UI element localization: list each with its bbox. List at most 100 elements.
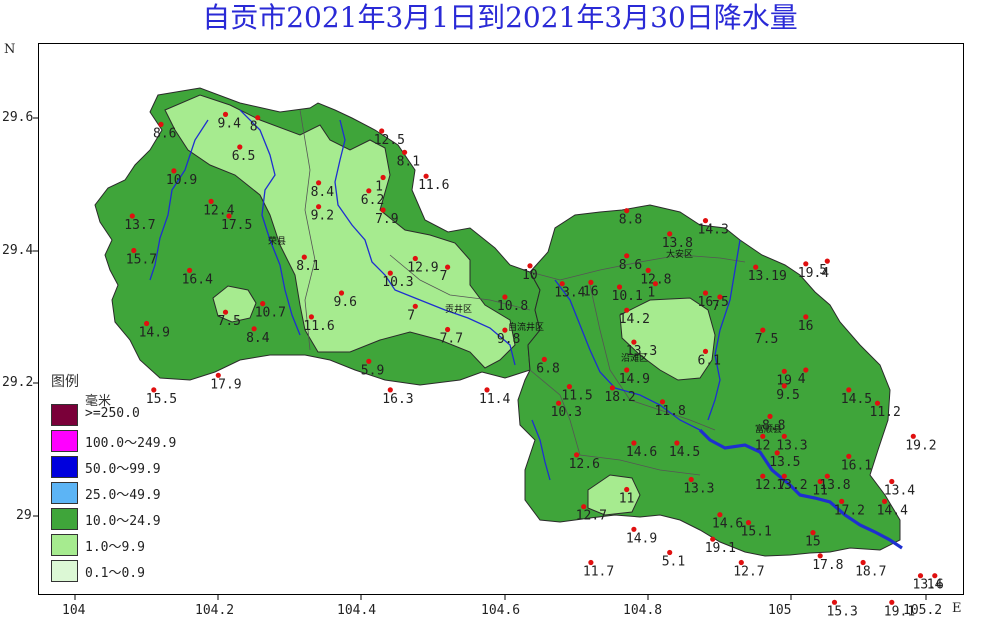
legend-swatch — [51, 508, 78, 530]
station-value-label: 15.3 — [827, 604, 858, 619]
station-value-label: 19.1 — [705, 541, 736, 556]
station-value-label: 13.4 — [884, 484, 915, 499]
station-value-label: 9.4 — [218, 116, 242, 131]
station-value-label: 13.3 — [776, 438, 807, 453]
station-value-label: 14.6 — [626, 445, 657, 460]
station-value-label: 11.6 — [303, 319, 334, 334]
station-value-label: 11.2 — [870, 405, 901, 420]
station-value-label: 12.7 — [733, 565, 764, 580]
station-value-label: 11.4 — [479, 392, 510, 407]
district-label: 荣县 — [268, 235, 286, 247]
station-marker: 12.5 — [374, 128, 405, 148]
station-value-label: 17.9 — [210, 377, 241, 392]
station-value-label: 5.1 — [662, 555, 685, 570]
station-marker: 13.4 — [884, 478, 915, 499]
legend-label: 25.0～49.9 — [85, 488, 161, 503]
station-value-label: 16.1 — [841, 458, 872, 473]
legend-label: 0.1～0.9 — [85, 566, 145, 581]
station-marker: 11.7 — [583, 559, 614, 580]
station-value-label: 8.6 — [153, 126, 176, 141]
station-value-label: 18.7 — [855, 565, 886, 580]
station-value-label: 14.5 — [669, 445, 700, 460]
station-value-label: 14.3 — [698, 223, 729, 238]
station-value-label: 17.2 — [834, 503, 865, 518]
station-value-label: 8.4 — [311, 185, 335, 200]
district-label: 贡井区 — [445, 303, 472, 315]
station-value-label: 10.1 — [612, 289, 643, 304]
station-value-label: 8.1 — [296, 259, 319, 274]
station-value-label: 13.2 — [776, 478, 807, 493]
station-value-label: 13.19 — [748, 269, 787, 284]
station-value-label: 8.4 — [246, 331, 270, 346]
station-value-label: 13.7 — [124, 218, 155, 233]
station-value-label: 5.9 — [361, 363, 384, 378]
station-value-label: 10 — [522, 268, 538, 283]
station-value-label: 14.4 — [877, 503, 908, 518]
legend-swatch — [51, 560, 78, 582]
station-value-label: 10.3 — [382, 275, 413, 290]
station-value-label: 14.9 — [626, 531, 657, 546]
station-value-label: 8.6 — [619, 258, 642, 273]
station-value-label: 11.5 — [561, 389, 592, 404]
station-value-label: 14 — [927, 578, 943, 593]
legend-swatch — [51, 482, 78, 504]
station-value-label: 7 — [712, 299, 720, 314]
station-marker: 14.3 — [698, 218, 729, 238]
station-value-label: 11.6 — [418, 178, 449, 193]
station-value-label: 9.2 — [311, 209, 334, 224]
station-value-label: 15.1 — [741, 525, 772, 540]
station-value-label: 10.9 — [166, 173, 197, 188]
station-value-label: 7.7 — [440, 332, 463, 347]
station-value-label: 6.1 — [698, 353, 721, 368]
station-value-label: 14.2 — [619, 312, 650, 327]
station-value-label: 13.4 — [554, 286, 585, 301]
station-value-label: 13.5 — [769, 455, 800, 470]
legend-label: 1.0～9.9 — [85, 540, 145, 555]
station-value-label: 15.7 — [126, 253, 157, 268]
station-value-label: 6.5 — [232, 149, 255, 164]
station-marker: 14 — [927, 573, 943, 593]
legend-label: 10.0～24.9 — [85, 514, 161, 529]
station-value-label: 13.3 — [626, 344, 657, 359]
station-value-label: 7.9 — [375, 212, 398, 227]
legend-title: 图例 — [51, 374, 79, 390]
station-marker: 16.3 — [382, 387, 414, 407]
station-value-label: 12.6 — [569, 457, 600, 472]
station-marker: 11.4 — [479, 387, 510, 407]
station-value-label: 14.9 — [139, 326, 170, 341]
station-value-label: 12 — [755, 438, 771, 453]
station-marker: 14.9 — [626, 526, 657, 546]
station-value-label: 10.7 — [255, 306, 286, 321]
station-value-label: 10.3 — [551, 405, 582, 420]
station-value-label: 13.3 — [683, 482, 714, 497]
station-value-label: 13.8 — [662, 236, 693, 251]
station-value-label: 8.8 — [619, 213, 642, 228]
station-value-label: 12.7 — [576, 509, 607, 524]
station-value-label: 7 — [440, 269, 448, 284]
station-value-label: 10.8 — [497, 299, 528, 314]
station-value-label: 18.2 — [604, 390, 635, 405]
station-value-label: 7.5 — [755, 332, 778, 347]
station-marker: 12.7 — [733, 559, 765, 580]
station-value-label: 6.8 — [536, 361, 559, 376]
station-value-label: 9.5 — [776, 388, 799, 403]
station-marker: 5.1 — [662, 549, 685, 570]
station-value-label: 19.1 — [884, 604, 915, 619]
legend-swatch — [51, 456, 78, 478]
legend-label: 100.0～249.9 — [85, 436, 177, 451]
station-value-label: 14.9 — [619, 372, 650, 387]
station-value-label: 8.1 — [397, 154, 420, 169]
station-value-label: 16 — [798, 319, 814, 334]
legend-label: 50.0～99.9 — [85, 462, 161, 477]
station-value-label: 17.5 — [221, 218, 252, 233]
station-marker: 18.7 — [855, 559, 886, 580]
station-value-label: 12.5 — [374, 133, 405, 148]
station-value-label: 11.8 — [655, 404, 686, 419]
station-value-label: 6.2 — [361, 193, 384, 208]
station-value-label: 14.6 — [712, 517, 743, 532]
station-value-label: 15 — [805, 535, 821, 550]
legend-label: >=250.0 — [85, 406, 140, 421]
station-value-label: 14.5 — [841, 392, 872, 407]
station-value-label: 8 — [250, 120, 258, 135]
legend-swatch — [51, 430, 78, 452]
